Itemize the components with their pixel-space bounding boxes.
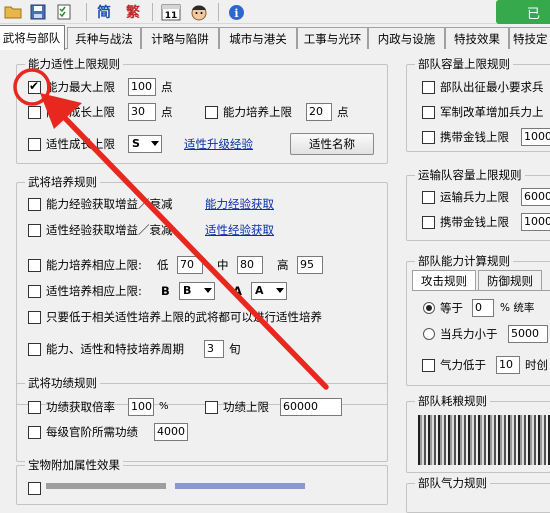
toolbar: 简 繁 11 i 已	[0, 0, 550, 24]
save-icon[interactable]	[28, 2, 48, 22]
green-action-button[interactable]: 已	[496, 0, 550, 24]
calendar-icon[interactable]: 11	[160, 2, 182, 22]
calendar-number: 11	[165, 11, 178, 21]
tab-administration-and-facilities[interactable]: 内政与设施	[368, 27, 445, 49]
tab-troops-and-tactics[interactable]: 兵种与战法	[67, 27, 141, 49]
tab-generals-and-units[interactable]: 武将与部队	[0, 25, 65, 50]
info-letter: i	[234, 7, 238, 20]
info-icon[interactable]: i	[226, 2, 246, 22]
tab-schemes-and-traps[interactable]: 计略与陷阱	[141, 27, 219, 49]
open-folder-icon[interactable]	[3, 2, 23, 22]
tab-cities-and-ports[interactable]: 城市与港关	[219, 27, 297, 49]
simplified-chinese-button[interactable]: 简	[94, 2, 114, 22]
tab-skill-effects[interactable]: 特技效果	[445, 27, 509, 49]
tab-skill-definition[interactable]: 特技定	[509, 27, 550, 49]
main-tab-bar: 武将与部队 兵种与战法 计略与陷阱 城市与港关 工事与光环 内政与设施 特技效果…	[0, 25, 550, 50]
tab-works-and-auras[interactable]: 工事与光环	[297, 27, 368, 49]
unit-morale-group: 部队气力规则	[406, 476, 550, 513]
red-annotation-arrow-icon	[13, 68, 329, 390]
tab-content-panel: 能力适性上限规则 能力最大上限 100 点 能力成长上限 30 点 能力培养上限…	[0, 49, 550, 513]
traditional-chinese-button[interactable]: 繁	[123, 2, 143, 22]
general-portrait-icon[interactable]	[188, 2, 210, 22]
checklist-icon[interactable]	[54, 2, 74, 22]
